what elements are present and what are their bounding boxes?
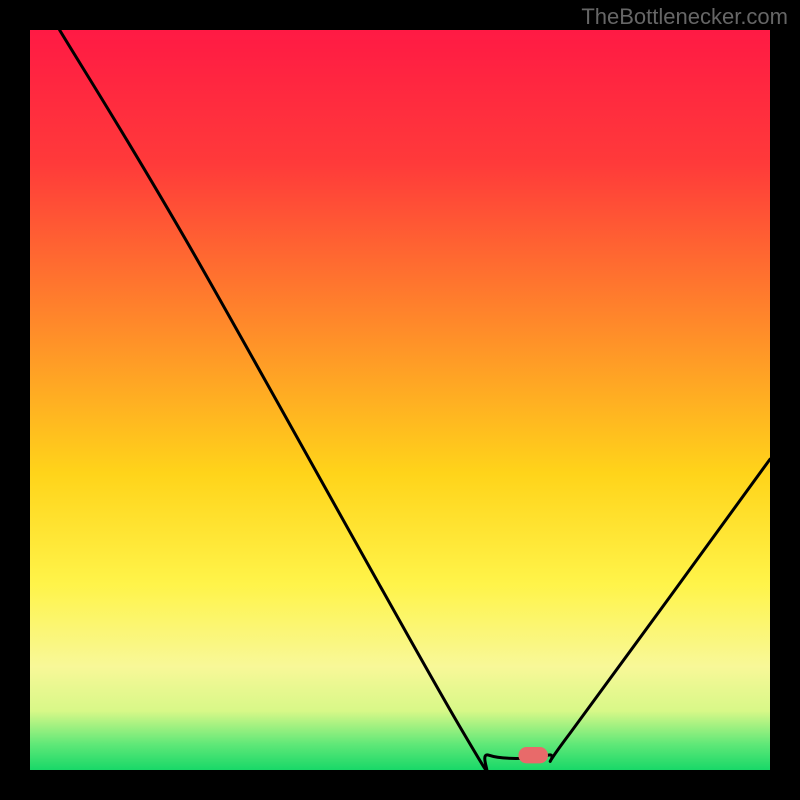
plot-area — [30, 30, 770, 770]
gradient-background — [30, 30, 770, 770]
chart-container: TheBottlenecker.com — [0, 0, 800, 800]
optimal-marker — [518, 747, 548, 763]
chart-svg — [30, 30, 770, 770]
watermark-text: TheBottlenecker.com — [581, 4, 788, 30]
